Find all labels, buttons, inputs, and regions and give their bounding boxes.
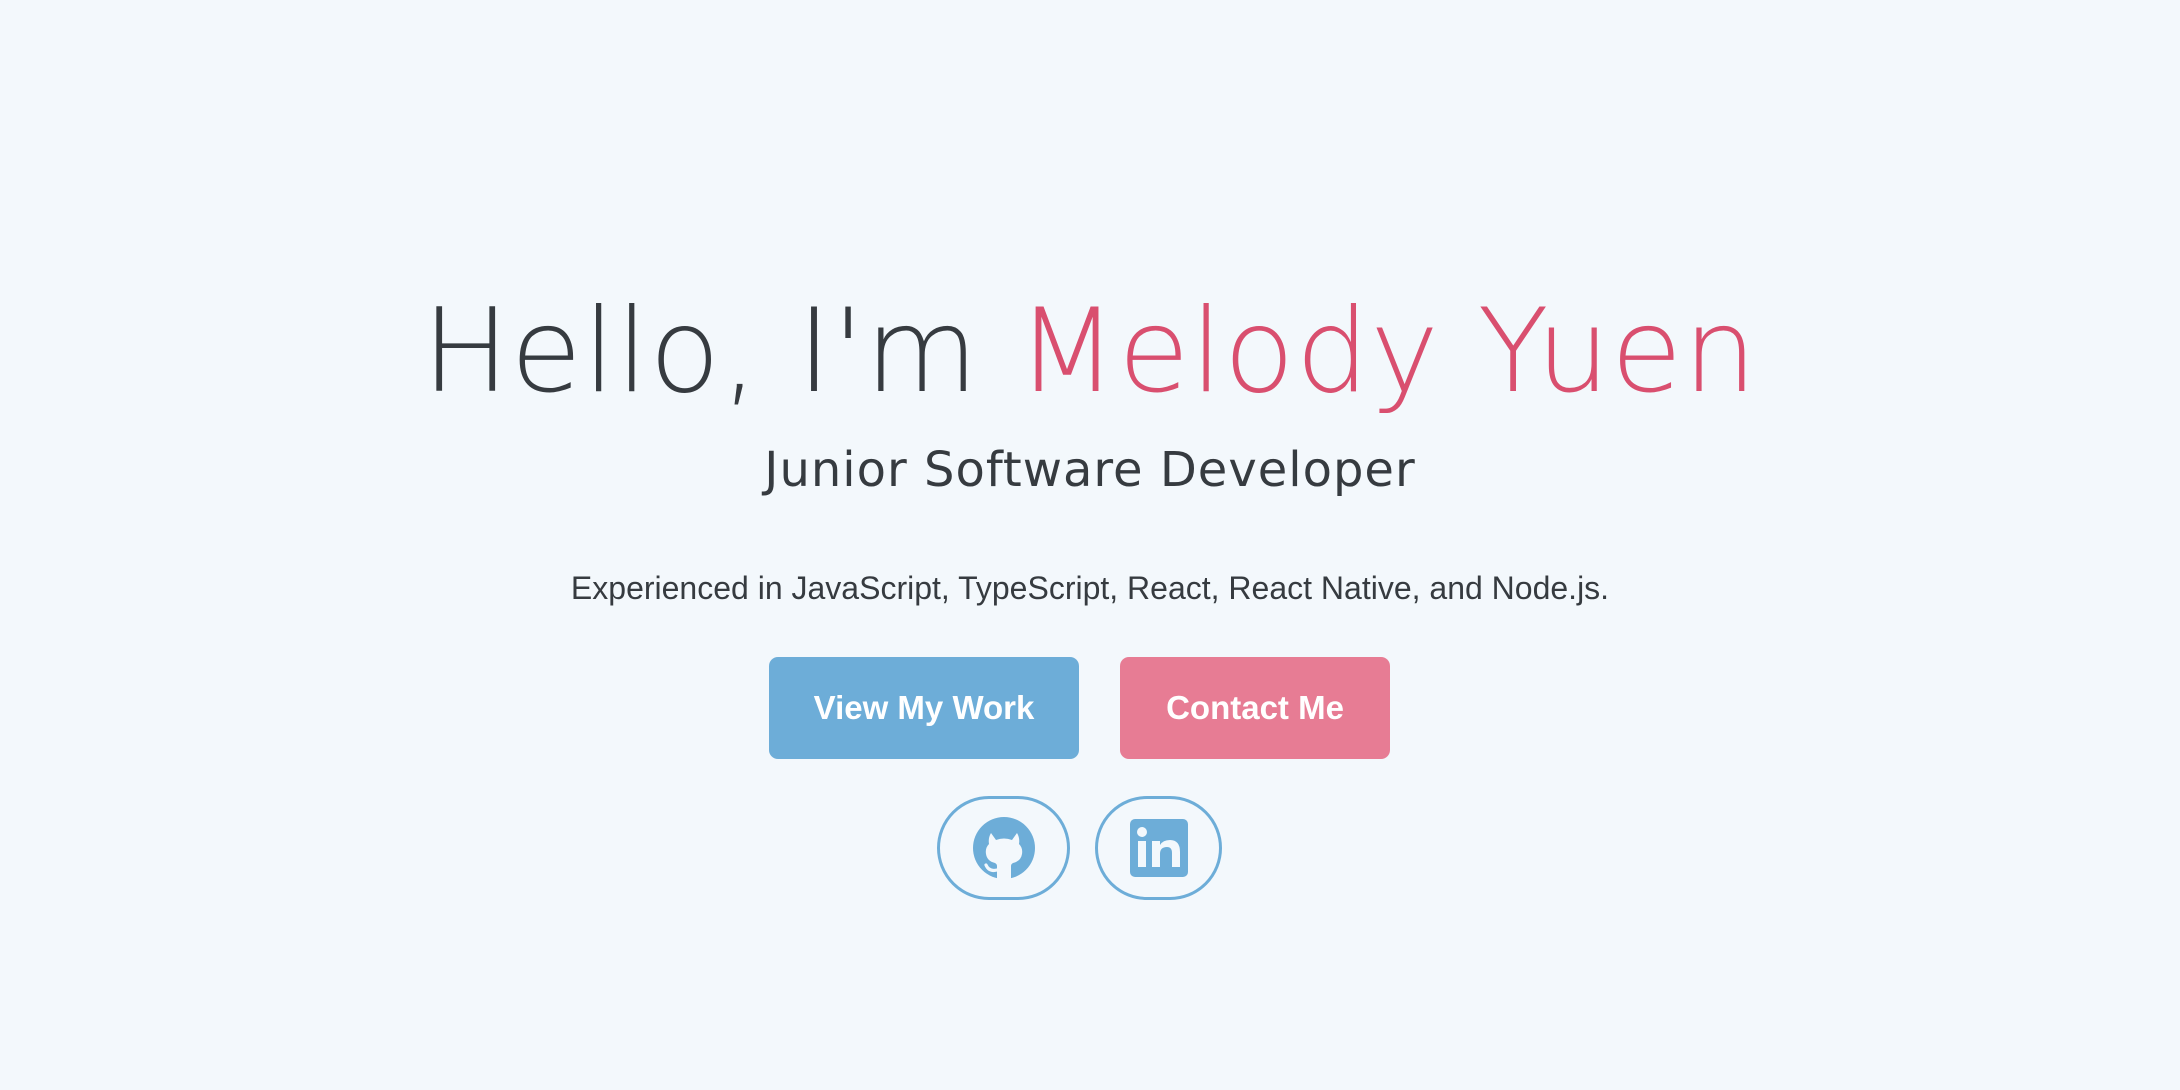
job-title: Junior Software Developer xyxy=(764,442,1416,498)
hero-section: Hello, I'm Melody Yuen Junior Software D… xyxy=(0,0,2180,1090)
contact-me-button[interactable]: Contact Me xyxy=(1120,657,1390,759)
github-link[interactable] xyxy=(937,796,1070,900)
linkedin-icon xyxy=(1129,819,1188,877)
greeting-text: Hello, I'm xyxy=(422,284,1017,419)
developer-name: Melody Yuen xyxy=(1016,284,1758,419)
linkedin-link[interactable] xyxy=(1095,796,1222,900)
github-icon xyxy=(972,817,1035,879)
view-my-work-button[interactable]: View My Work xyxy=(769,657,1079,759)
skills-tagline: Experienced in JavaScript, TypeScript, R… xyxy=(570,570,1610,606)
hero-headline: Hello, I'm Melody Yuen xyxy=(0,282,2180,422)
